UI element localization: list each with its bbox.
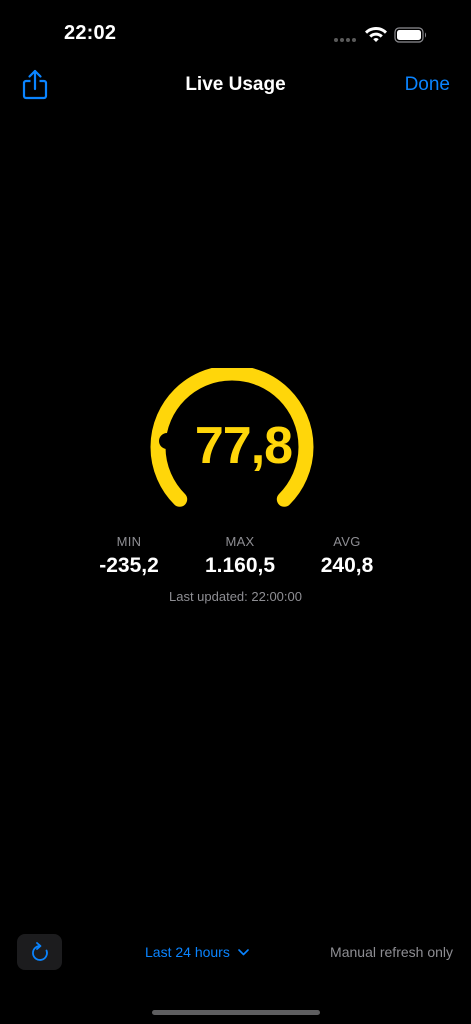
chevron-down-icon <box>238 948 249 955</box>
time-range-select[interactable]: Last 24 hours <box>145 944 249 960</box>
stat-min-value: -235,2 <box>99 554 159 577</box>
refresh-button[interactable] <box>17 934 62 970</box>
status-time: 22:02 <box>64 22 117 44</box>
stat-avg-value: 240,8 <box>320 554 374 577</box>
stat-avg: AVG 240,8 <box>292 534 402 578</box>
stat-min: MIN -235,2 <box>74 534 184 578</box>
page-title: Live Usage <box>185 74 286 95</box>
cellular-signal-icon <box>334 38 356 42</box>
stat-max-label: MAX <box>225 534 255 549</box>
stat-min-label: MIN <box>116 534 142 549</box>
refresh-mode-text: Manual refresh only <box>330 944 453 960</box>
stat-avg-label: AVG <box>333 534 361 549</box>
home-indicator <box>152 1010 320 1015</box>
stat-max-value: 1.160,5 <box>204 554 276 577</box>
last-updated-text: Last updated: 22:00:00 <box>168 589 302 604</box>
live-usage-screen: 22:02 Live Usage Done 77,8 MIN -235,2 MA… <box>0 0 471 1024</box>
battery-icon <box>394 27 426 43</box>
wifi-icon <box>365 27 387 42</box>
time-range-label: Last 24 hours <box>145 944 230 960</box>
done-button[interactable]: Done <box>405 74 450 96</box>
refresh-icon <box>31 942 48 961</box>
gauge-value: 77,8 <box>194 417 293 475</box>
stat-max: MAX 1.160,5 <box>185 534 295 578</box>
